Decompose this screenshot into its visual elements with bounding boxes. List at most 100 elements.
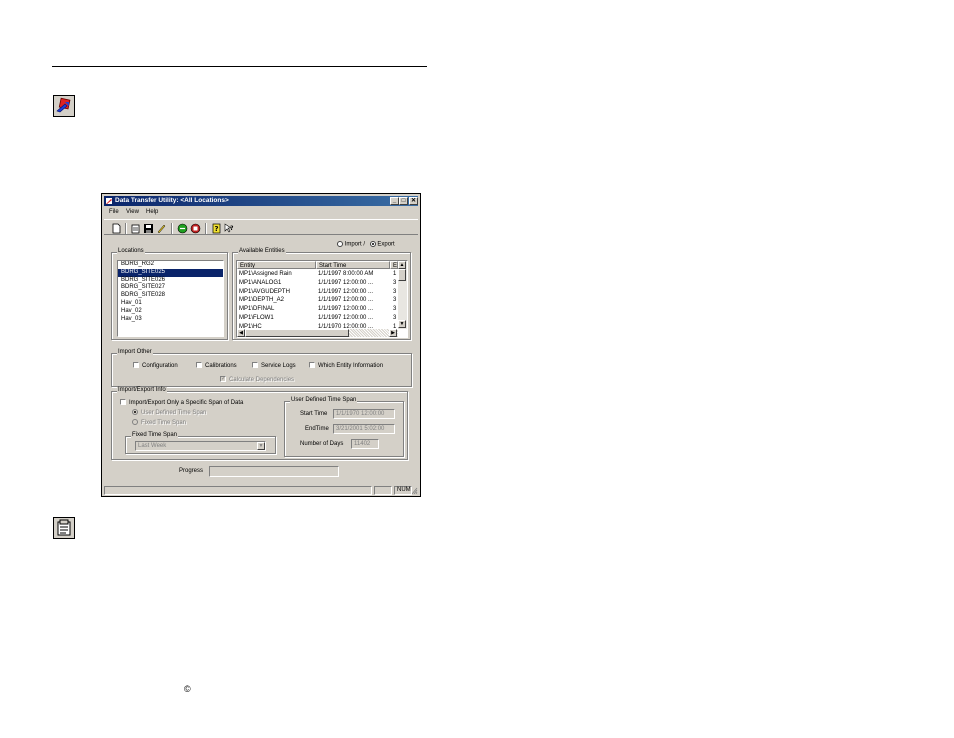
maximize-button[interactable]: □ xyxy=(399,197,408,205)
entity-cell: 1/1/1997 8:00:00 AM xyxy=(318,271,374,277)
entity-cell: 1/1/1997 12:00:00 ... xyxy=(318,279,374,286)
checkbox-box[interactable] xyxy=(133,362,139,368)
location-item[interactable]: BDRG_SITE028 xyxy=(118,292,223,300)
entity-row[interactable]: MP1\DEPTH_A2 1/1/1997 12:00:00 ... 3 xyxy=(237,296,398,305)
copyright-mark: © xyxy=(184,684,191,694)
toolbar: ? ? xyxy=(104,219,418,235)
entity-row[interactable]: MP1\Assigned Rain 1/1/1997 8:00:00 AM 1 xyxy=(237,270,398,279)
hscroll-thumb[interactable] xyxy=(245,329,349,337)
entity-cell: MP1\DFINAL xyxy=(239,306,275,313)
toolbar-separator xyxy=(205,223,207,234)
column-header-start-time[interactable]: Start Time xyxy=(316,261,390,269)
import-label: Import / xyxy=(344,241,366,248)
start-time-label: Start Time xyxy=(300,411,328,417)
fixed-time-span-label: Fixed Time Span xyxy=(131,432,179,438)
menu-help[interactable]: Help xyxy=(146,209,158,215)
calibrations-checkbox[interactable]: Calibrations xyxy=(196,362,237,369)
entity-cell: 1/1/1997 12:00:00 ... xyxy=(318,315,374,321)
location-item[interactable]: Hav_01 xyxy=(118,300,223,308)
calculate-dependencies-label: Calculate Dependencies xyxy=(229,376,295,383)
menu-file[interactable]: File xyxy=(109,209,119,215)
fixed-time-span-group: Fixed Time Span Last Week ▼ xyxy=(125,432,276,454)
location-item[interactable]: BDRG_SITE027 xyxy=(118,284,223,292)
minimize-button[interactable]: _ xyxy=(390,197,399,205)
column-header-e[interactable]: E xyxy=(390,261,398,269)
entity-cell: 1/1/1997 12:00:00 ... xyxy=(318,288,374,295)
which-entity-checkbox[interactable]: Which Entity Information xyxy=(309,362,383,369)
import-other-group: Import Other Configuration Calibrations … xyxy=(111,349,412,387)
fixed-time-radio[interactable] xyxy=(132,419,138,425)
column-header-entity[interactable]: Entity xyxy=(237,261,316,269)
service-logs-label: Service Logs xyxy=(261,362,296,369)
edit-icon[interactable] xyxy=(156,223,167,234)
entity-cell: MP1\AVGUDEPTH xyxy=(239,288,290,295)
close-button[interactable]: ✕ xyxy=(409,197,418,205)
import-export-info-label: Import/Export Info xyxy=(117,387,167,393)
horizontal-rule xyxy=(52,66,427,67)
checkbox-box[interactable] xyxy=(309,362,315,368)
scroll-right-button[interactable]: ▶ xyxy=(389,329,397,337)
entity-row[interactable]: MP1\ANALOG1 1/1/1997 12:00:00 ... 3 xyxy=(237,279,398,288)
number-of-days-field[interactable]: 11402 xyxy=(351,439,379,449)
specific-span-label: Import/Export Only a Specific Span of Da… xyxy=(129,399,244,406)
user-defined-radio-label: User Defined Time Span xyxy=(141,409,207,416)
user-defined-time-span-label: User Defined Time Span xyxy=(290,397,358,403)
context-help-icon[interactable]: ? xyxy=(224,223,235,234)
chevron-down-icon[interactable]: ▼ xyxy=(257,442,265,450)
location-item[interactable]: BDRG_SITE025 xyxy=(118,268,223,277)
service-logs-checkbox[interactable]: Service Logs xyxy=(252,362,296,369)
entity-cell: MP1\DEPTH_A2 xyxy=(239,297,285,304)
specific-span-checkbox[interactable]: Import/Export Only a Specific Span of Da… xyxy=(120,399,243,406)
entity-cell: 1/1/1997 12:00:00 ... xyxy=(318,297,374,304)
entity-row[interactable]: MP1\DFINAL 1/1/1997 12:00:00 ... 3 xyxy=(237,305,398,314)
entity-cell: MP1\FLOW1 xyxy=(239,315,274,321)
export-radio[interactable] xyxy=(369,241,376,247)
location-item[interactable]: Hav_03 xyxy=(118,316,223,324)
calibrations-label: Calibrations xyxy=(205,362,237,369)
checkbox-box[interactable] xyxy=(252,362,258,368)
fixed-time-radio-label: Fixed Time Span xyxy=(141,419,187,426)
fixed-time-radio-option[interactable]: Fixed Time Span xyxy=(132,419,186,426)
mode-selector: Import / Export xyxy=(337,241,395,248)
menu-view[interactable]: View xyxy=(126,209,139,215)
status-bar: NUM xyxy=(104,486,418,495)
stop-icon[interactable] xyxy=(190,223,201,234)
fixed-time-span-combo[interactable]: Last Week ▼ xyxy=(135,441,266,451)
save-icon[interactable] xyxy=(143,223,154,234)
properties-icon[interactable] xyxy=(130,223,141,234)
import-radio[interactable] xyxy=(337,241,343,247)
import-export-info-group: Import/Export Info Import/Export Only a … xyxy=(111,387,408,460)
user-defined-radio-option[interactable]: User Defined Time Span xyxy=(132,409,206,416)
help-icon[interactable]: ? xyxy=(211,223,222,234)
start-time-field[interactable]: 1/1/1970 12:00:00 xyxy=(333,409,395,419)
user-defined-time-span-group: User Defined Time Span Start Time 1/1/19… xyxy=(284,397,404,457)
configuration-label: Configuration xyxy=(142,362,178,369)
location-item[interactable]: BDRG_SITE026 xyxy=(118,277,223,285)
scroll-thumb[interactable] xyxy=(398,269,406,281)
import-other-label: Import Other xyxy=(117,349,153,355)
scroll-down-button[interactable]: ▼ xyxy=(398,320,406,328)
go-icon[interactable] xyxy=(177,223,188,234)
location-item[interactable]: Hav_02 xyxy=(118,308,223,316)
locations-listbox[interactable]: BDRG_RG2 BDRG_SITE025 BDRG_SITE026 BDRG_SIT… xyxy=(117,260,224,337)
end-time-field[interactable]: 3/21/2001 5:02:00 xyxy=(333,424,395,434)
configuration-checkbox[interactable]: Configuration xyxy=(133,362,178,369)
user-defined-radio[interactable] xyxy=(132,409,138,415)
entity-row[interactable]: MP1\FLOW1 1/1/1997 12:00:00 ... 3 xyxy=(237,314,398,323)
location-item[interactable]: BDRG_RG2 xyxy=(118,261,223,269)
entity-row[interactable]: MP1\AVGUDEPTH 1/1/1997 12:00:00 ... 3 xyxy=(237,288,398,297)
locations-label: Locations xyxy=(117,248,145,254)
checkbox-box[interactable] xyxy=(120,399,126,405)
scroll-left-button[interactable]: ◀ xyxy=(237,329,245,337)
title-bar[interactable]: Data Transfer Utility: <All Locations> _… xyxy=(104,196,418,206)
entities-vertical-scrollbar[interactable]: ▲ ▼ xyxy=(398,261,407,329)
calculate-dependencies-checkbox[interactable]: Calculate Dependencies xyxy=(220,375,295,383)
resize-grip-icon[interactable] xyxy=(411,487,418,496)
entities-horizontal-scrollbar[interactable]: ◀ ▶ xyxy=(237,329,398,337)
checkbox-box[interactable] xyxy=(196,362,202,368)
data-transfer-utility-icon xyxy=(53,95,75,117)
new-icon[interactable] xyxy=(111,223,122,234)
entities-listview[interactable]: Entity Start Time E MP1\Assigned Rain 1/1… xyxy=(236,260,408,338)
scroll-up-button[interactable]: ▲ xyxy=(398,261,406,269)
checkbox-box[interactable] xyxy=(220,375,226,382)
